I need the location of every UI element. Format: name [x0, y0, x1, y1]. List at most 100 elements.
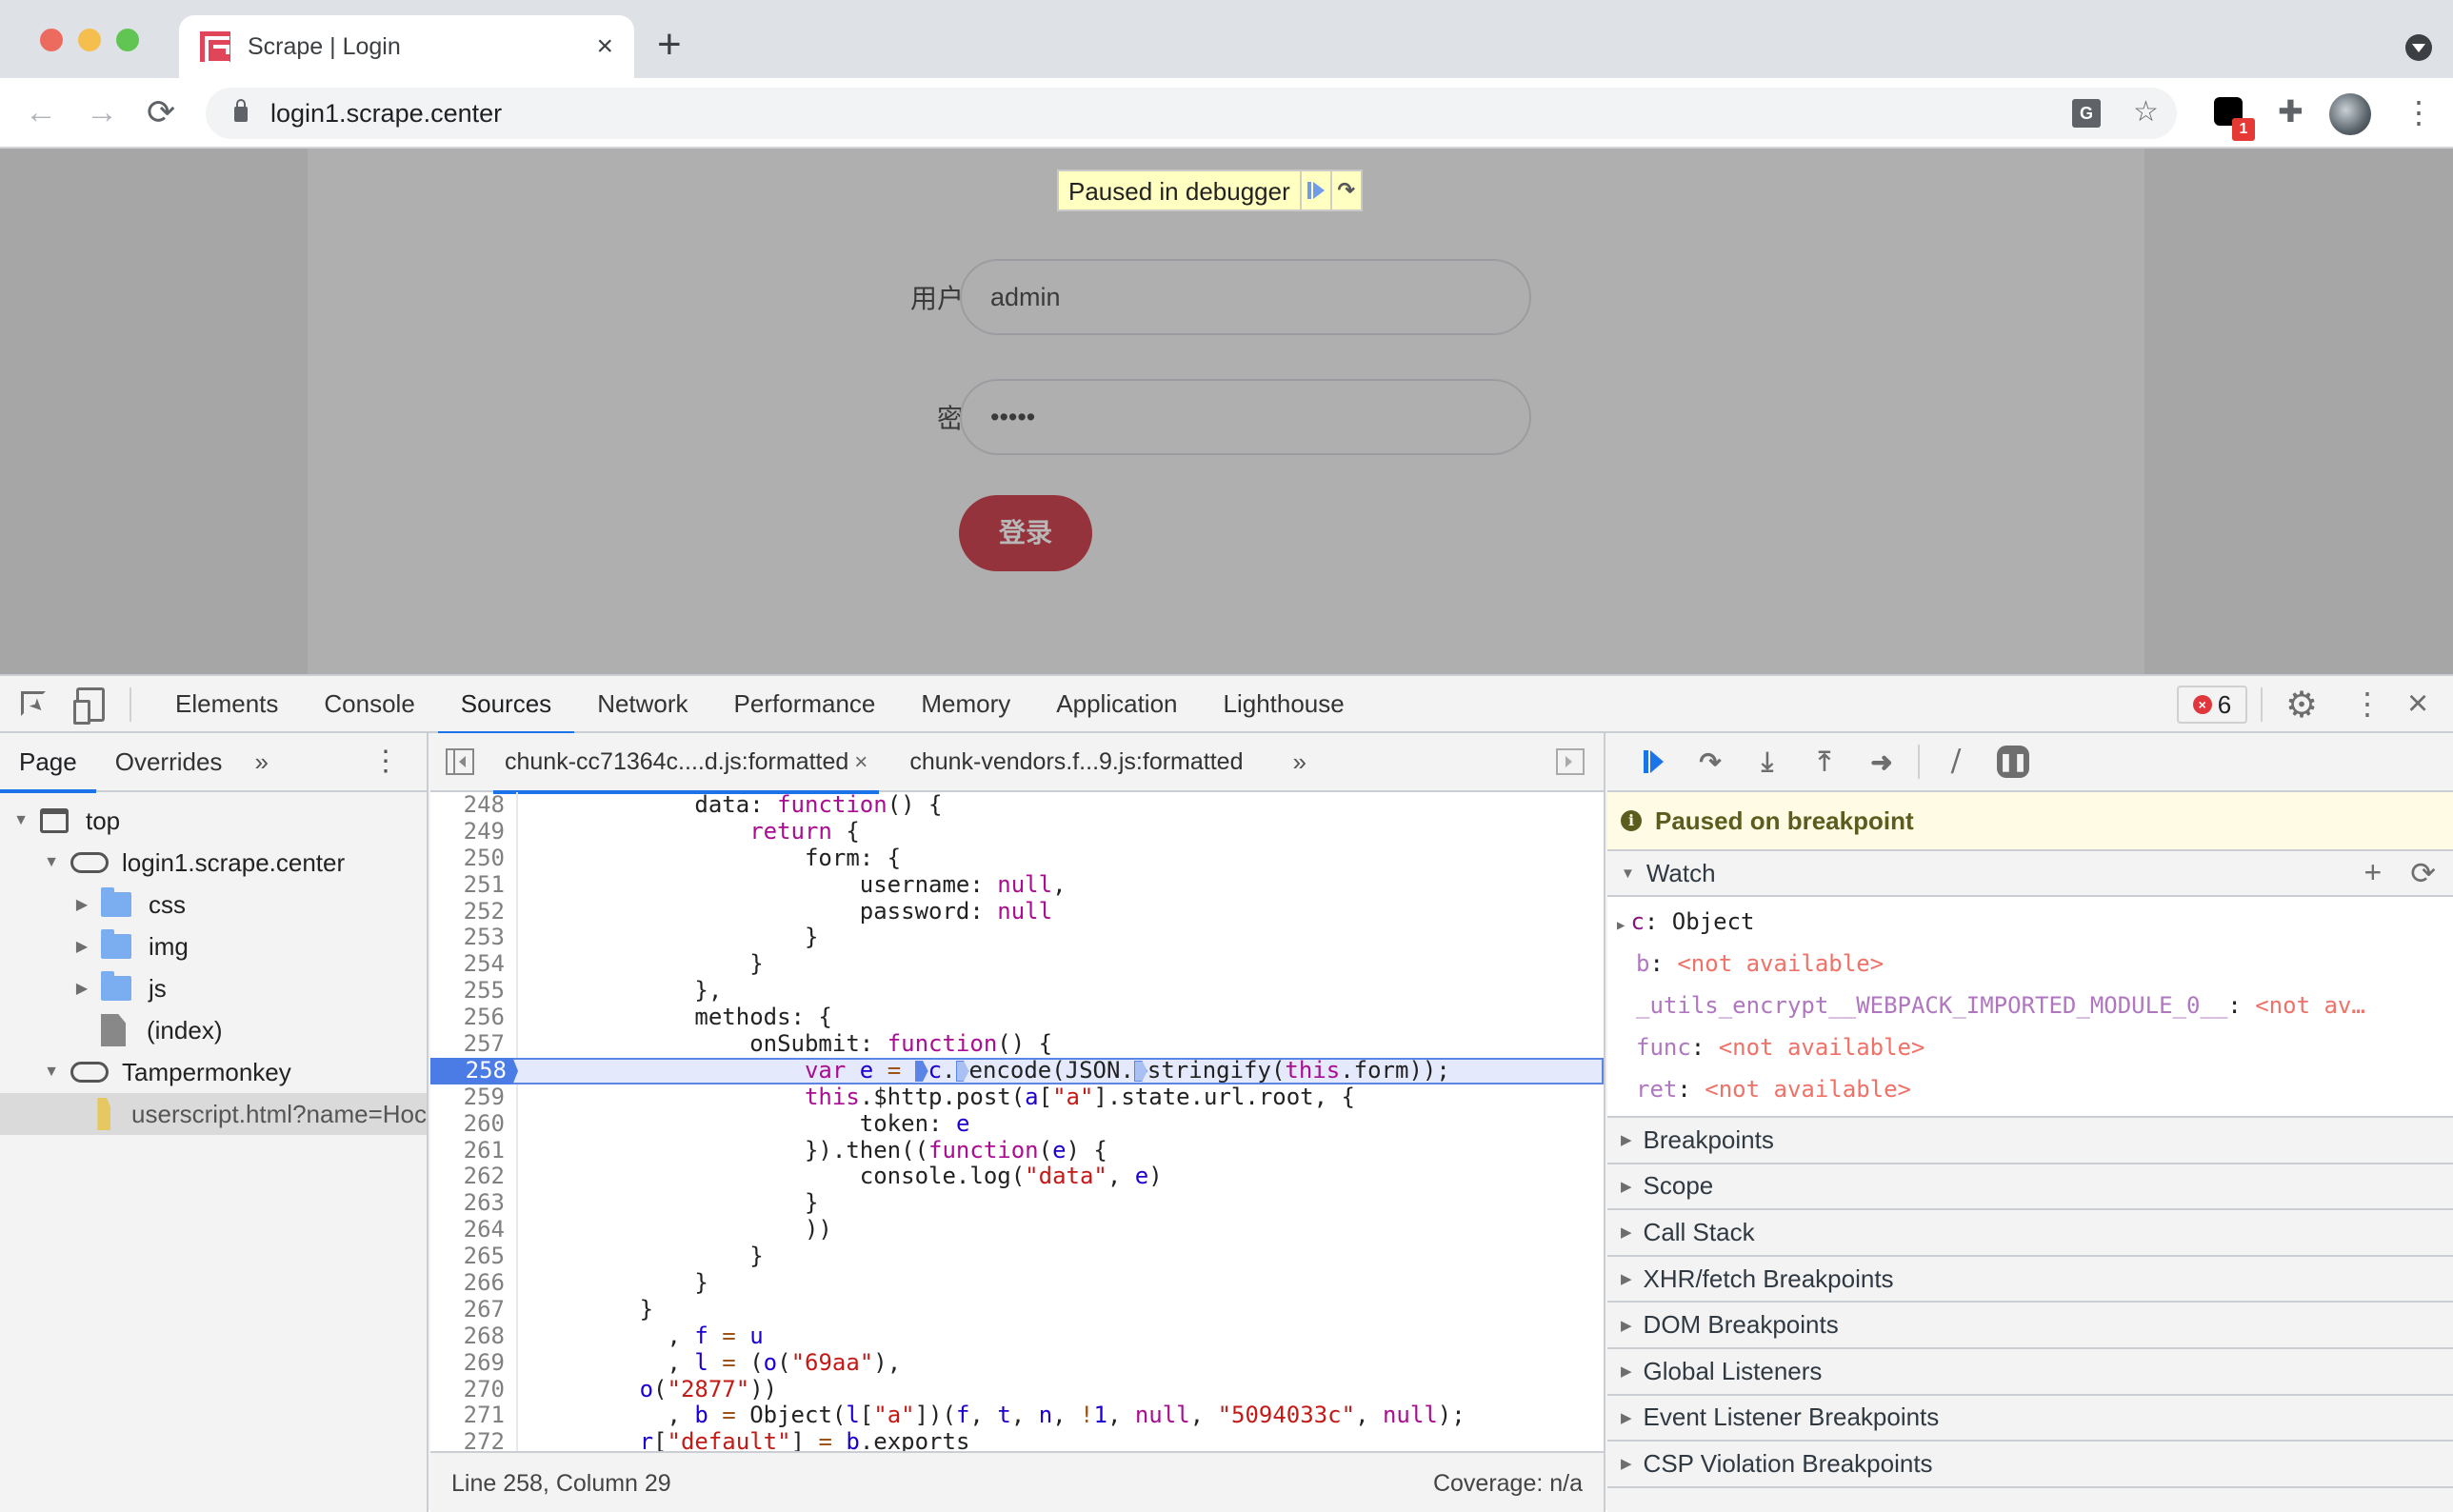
line-number[interactable]: 261	[430, 1137, 518, 1164]
code-line[interactable]: 264 ))	[430, 1216, 1604, 1244]
watch-item[interactable]: _utils_encrypt__WEBPACK_IMPORTED_MODULE_…	[1607, 985, 2453, 1026]
watch-item[interactable]: func: <not available>	[1607, 1026, 2453, 1068]
tab-search-button[interactable]	[2405, 34, 2432, 61]
code-line[interactable]: 252 password: null	[430, 898, 1604, 925]
lock-icon[interactable]	[234, 99, 248, 122]
line-number[interactable]: 265	[430, 1243, 518, 1271]
window-zoom-button[interactable]	[116, 29, 139, 51]
deactivate-breakpoints-button[interactable]: ⧸	[1927, 741, 1984, 783]
inline-breakpoint-icon[interactable]	[914, 1060, 928, 1082]
collapsed-arrow-icon[interactable]: ▶	[74, 937, 90, 956]
section-global-listeners[interactable]: ▶ Global Listeners	[1607, 1348, 2453, 1396]
tree-item-index[interactable]: ▶(index)	[0, 1009, 427, 1051]
tree-item-img[interactable]: ▶ img	[0, 925, 427, 967]
line-number[interactable]: 271	[430, 1403, 518, 1430]
line-number[interactable]: 267	[430, 1296, 518, 1323]
inspect-element-icon[interactable]	[21, 691, 46, 716]
collapsed-arrow-icon[interactable]: ▶	[74, 979, 90, 998]
translate-icon[interactable]: G	[2072, 99, 2101, 128]
section-event-listener-breakpoints[interactable]: ▶ Event Listener Breakpoints	[1607, 1395, 2453, 1442]
code-line[interactable]: 260 token: e	[430, 1110, 1604, 1138]
device-toolbar-icon[interactable]	[73, 687, 105, 725]
section-call-stack[interactable]: ▶ Call Stack	[1607, 1210, 2453, 1257]
line-number[interactable]: 263	[430, 1189, 518, 1218]
tree-item-userscript-html-name-hoc[interactable]: ▶userscript.html?name=Hoc	[0, 1093, 427, 1135]
code-line[interactable]: 257 onSubmit: function() {	[430, 1030, 1604, 1058]
devtools-close-icon[interactable]: ×	[2407, 684, 2428, 725]
devtools-tab-application[interactable]: Application	[1033, 676, 1200, 733]
back-arrow-icon[interactable]: ←	[25, 91, 57, 133]
reload-icon[interactable]: ⟳	[147, 91, 175, 133]
line-number[interactable]: 252	[430, 898, 518, 925]
watch-item[interactable]: b: <not available>	[1607, 943, 2453, 985]
code-line[interactable]: 261 }).then((function(e) {	[430, 1137, 1604, 1164]
section-xhr-fetch-breakpoints[interactable]: ▶ XHR/fetch Breakpoints	[1607, 1256, 2453, 1303]
line-number[interactable]: 269	[430, 1349, 518, 1377]
code-line[interactable]: 265 }	[430, 1243, 1604, 1271]
step-over-button[interactable]: ↷	[1682, 741, 1739, 783]
code-line[interactable]: 253 }	[430, 925, 1604, 952]
step-out-button[interactable]: ⤒	[1796, 741, 1853, 783]
navigator-tab-page[interactable]: Page	[0, 734, 96, 793]
tab-close-icon[interactable]: ×	[596, 30, 613, 63]
expanded-arrow-icon[interactable]: ▼	[44, 854, 59, 871]
line-number[interactable]: 253	[430, 925, 518, 952]
line-number[interactable]: 264	[430, 1216, 518, 1244]
username-input[interactable]: admin	[960, 259, 1531, 335]
toggle-debugger-sidebar-icon[interactable]	[1556, 748, 1585, 775]
profile-avatar[interactable]	[2329, 93, 2371, 135]
tree-item-login1-scrape-center[interactable]: ▼ login1.scrape.center	[0, 842, 427, 884]
line-number[interactable]: 259	[430, 1084, 518, 1111]
line-number[interactable]: 268	[430, 1323, 518, 1350]
code-line[interactable]: 263 }	[430, 1189, 1604, 1218]
code-line[interactable]: 251 username: null,	[430, 871, 1604, 899]
collapsed-arrow-icon[interactable]: ▶	[74, 895, 90, 914]
address-bar[interactable]: login1.scrape.center G ☆	[206, 88, 2177, 139]
code-line[interactable]: 249 return {	[430, 818, 1604, 846]
inline-breakpoint-icon[interactable]	[955, 1060, 969, 1082]
extensions-puzzle-icon[interactable]: ✚	[2278, 93, 2303, 129]
coverage-status[interactable]: Coverage: n/a	[1433, 1470, 1583, 1498]
navigator-menu-icon[interactable]: ⋮	[371, 745, 400, 778]
tree-item-tampermonkey[interactable]: ▼ Tampermonkey	[0, 1051, 427, 1093]
line-number[interactable]: 248	[430, 792, 518, 819]
code-lines[interactable]: 248 data: function() {249 return {250 fo…	[430, 792, 1604, 1451]
overlay-resume-button[interactable]	[1299, 171, 1330, 209]
line-number[interactable]: 257	[430, 1030, 518, 1058]
code-line[interactable]: 256 methods: {	[430, 1004, 1604, 1032]
tree-item-top[interactable]: ▼ top	[0, 800, 427, 842]
forward-arrow-icon[interactable]: →	[86, 91, 118, 133]
devtools-tab-memory[interactable]: Memory	[898, 676, 1033, 733]
section-dom-breakpoints[interactable]: ▶ DOM Breakpoints	[1607, 1303, 2453, 1349]
bookmark-star-icon[interactable]: ☆	[2133, 95, 2159, 129]
devtools-tab-lighthouse[interactable]: Lighthouse	[1201, 676, 1367, 733]
login-submit-button[interactable]: 登录	[959, 495, 1092, 571]
section-csp-violation-breakpoints[interactable]: ▶ CSP Violation Breakpoints	[1607, 1442, 2453, 1488]
navigator-more-tabs-icon[interactable]: »	[241, 747, 281, 777]
section-breakpoints[interactable]: ▶ Breakpoints	[1607, 1118, 2453, 1164]
code-line[interactable]: 270 o("2877"))	[430, 1376, 1604, 1403]
devtools-menu-icon[interactable]: ⋮	[2352, 686, 2383, 722]
line-number[interactable]: 266	[430, 1269, 518, 1297]
watch-item[interactable]: ▶ c: Object	[1607, 901, 2453, 943]
line-number[interactable]: 262	[430, 1164, 518, 1191]
code-line[interactable]: 269 , l = (o("69aa"),	[430, 1349, 1604, 1377]
tree-item-js[interactable]: ▶ js	[0, 967, 427, 1009]
code-line[interactable]: 254 }	[430, 950, 1604, 979]
add-watch-icon[interactable]: +	[2364, 855, 2383, 891]
code-line[interactable]: 250 form: {	[430, 845, 1604, 872]
resume-button[interactable]	[1625, 741, 1682, 783]
watch-item[interactable]: ret: <not available>	[1607, 1068, 2453, 1110]
code-line[interactable]: 272 r["default"] = b.exports	[430, 1428, 1604, 1451]
line-number[interactable]: 258	[430, 1057, 518, 1084]
code-line[interactable]: 255 },	[430, 977, 1604, 1005]
code-line[interactable]: 259 this.$http.post(a["a"].state.url.roo…	[430, 1084, 1604, 1111]
code-line[interactable]: 262 console.log("data", e)	[430, 1164, 1604, 1191]
line-number[interactable]: 254	[430, 950, 518, 979]
settings-gear-icon[interactable]: ⚙	[2285, 684, 2318, 726]
line-number[interactable]: 256	[430, 1004, 518, 1032]
line-number[interactable]: 255	[430, 977, 518, 1005]
window-close-button[interactable]	[40, 29, 63, 51]
line-number[interactable]: 249	[430, 818, 518, 846]
expanded-arrow-icon[interactable]: ▼	[44, 1064, 59, 1081]
